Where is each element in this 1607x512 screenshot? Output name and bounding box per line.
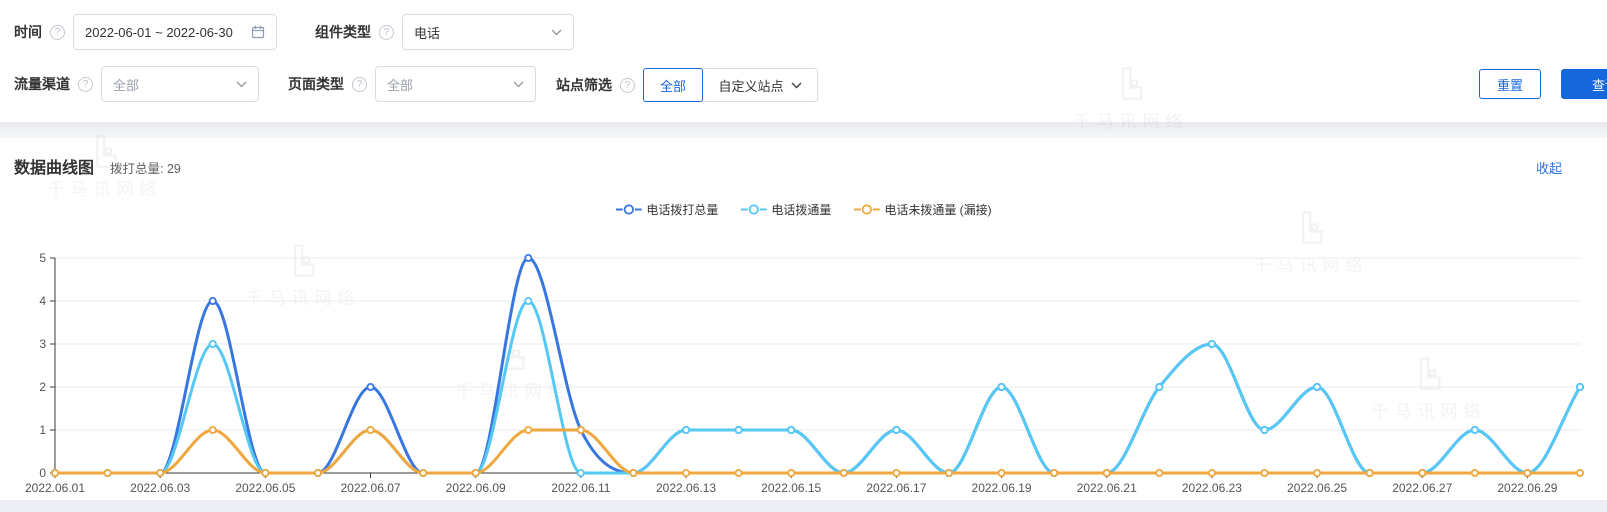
page-type-label: 页面类型	[288, 76, 344, 92]
line-series-marker-icon	[740, 204, 767, 215]
component-type-help-icon[interactable]: ?	[379, 24, 394, 40]
site-filter-group: 站点筛选 ? 全部 自定义站点	[556, 67, 818, 103]
svg-text:2022.06.21: 2022.06.21	[1077, 481, 1137, 495]
collapse-link[interactable]: 收起	[1536, 158, 1562, 177]
legend-label: 电话拨打总量	[646, 203, 719, 217]
reset-button[interactable]: 重置	[1479, 69, 1541, 99]
chevron-down-icon	[236, 81, 247, 87]
svg-text:3: 3	[39, 337, 46, 351]
svg-text:5: 5	[39, 251, 46, 265]
site-filter-label: 站点筛选	[556, 77, 612, 93]
legend-label: 电话未拨通量 (漏接)	[884, 203, 992, 217]
svg-text:2022.06.01: 2022.06.01	[25, 481, 85, 495]
chevron-down-icon	[513, 81, 524, 87]
date-range-value: 2022-06-01 ~ 2022-06-30	[85, 24, 233, 40]
svg-text:2022.06.11: 2022.06.11	[551, 481, 610, 495]
chart-title: 数据曲线图	[14, 160, 95, 177]
traffic-channel-label: 流量渠道	[14, 76, 70, 92]
chevron-down-icon	[790, 81, 802, 89]
svg-text:2022.06.29: 2022.06.29	[1497, 481, 1557, 495]
time-label: 时间	[14, 24, 42, 40]
total-calls-stat: 拨打总量: 29	[110, 162, 181, 176]
svg-text:2022.06.23: 2022.06.23	[1182, 481, 1242, 495]
svg-text:2022.06.19: 2022.06.19	[972, 481, 1032, 495]
legend-item-total[interactable]: 电话拨打总量	[615, 201, 718, 218]
query-button[interactable]: 查询	[1561, 69, 1607, 99]
svg-text:2022.06.07: 2022.06.07	[340, 481, 400, 495]
legend-item-missed[interactable]: 电话未拨通量 (漏接)	[853, 201, 992, 218]
chart-header: 数据曲线图 拨打总量: 29	[14, 154, 181, 178]
traffic-channel-select[interactable]: 全部	[101, 66, 259, 102]
date-range-input[interactable]: 2022-06-01 ~ 2022-06-30	[73, 14, 277, 50]
dashboard-page: { "filters": { "time_label": "时间", "time…	[0, 0, 1607, 512]
svg-text:2022.06.17: 2022.06.17	[866, 481, 926, 495]
component-type-select[interactable]: 电话	[402, 14, 574, 50]
svg-text:0: 0	[39, 466, 46, 480]
component-type-label: 组件类型	[315, 24, 371, 40]
svg-text:2022.06.13: 2022.06.13	[656, 481, 716, 495]
traffic-channel-value: 全部	[113, 77, 140, 93]
svg-text:2022.06.03: 2022.06.03	[130, 481, 190, 495]
svg-text:2: 2	[39, 380, 46, 394]
component-type-value: 电话	[414, 25, 441, 41]
site-all-button[interactable]: 全部	[643, 68, 703, 102]
calendar-icon	[251, 25, 265, 39]
page-type-value: 全部	[387, 77, 414, 93]
traffic-channel-group: 流量渠道 ? 全部	[14, 66, 259, 102]
page-type-group: 页面类型 ? 全部	[288, 66, 536, 102]
svg-text:2022.06.27: 2022.06.27	[1392, 481, 1452, 495]
svg-text:2022.06.15: 2022.06.15	[761, 481, 821, 495]
svg-text:4: 4	[39, 294, 46, 308]
site-all-label: 全部	[659, 78, 686, 94]
page-type-select[interactable]: 全部	[375, 66, 536, 102]
time-filter-group: 时间 ? 2022-06-01 ~ 2022-06-30	[14, 14, 277, 50]
svg-text:2022.06.25: 2022.06.25	[1287, 481, 1347, 495]
site-filter-help-icon[interactable]: ?	[620, 77, 635, 93]
time-help-icon[interactable]: ?	[50, 24, 65, 40]
legend-label: 电话拨通量	[771, 203, 832, 217]
page-type-help-icon[interactable]: ?	[352, 76, 367, 92]
chevron-down-icon	[551, 29, 562, 35]
site-custom-label: 自定义站点	[718, 78, 784, 94]
component-type-group: 组件类型 ? 电话	[315, 14, 574, 50]
chart-legend: 电话拨打总量 电话拨通量 电话未拨通量 (漏接)	[615, 201, 992, 218]
site-custom-button[interactable]: 自定义站点	[702, 68, 818, 102]
svg-text:1: 1	[39, 423, 46, 437]
svg-text:2022.06.09: 2022.06.09	[446, 481, 506, 495]
legend-item-connected[interactable]: 电话拨通量	[740, 201, 831, 218]
svg-text:2022.06.05: 2022.06.05	[235, 481, 295, 495]
line-series-marker-icon	[615, 204, 642, 215]
traffic-channel-help-icon[interactable]: ?	[78, 76, 93, 92]
line-series-marker-icon	[853, 204, 880, 215]
